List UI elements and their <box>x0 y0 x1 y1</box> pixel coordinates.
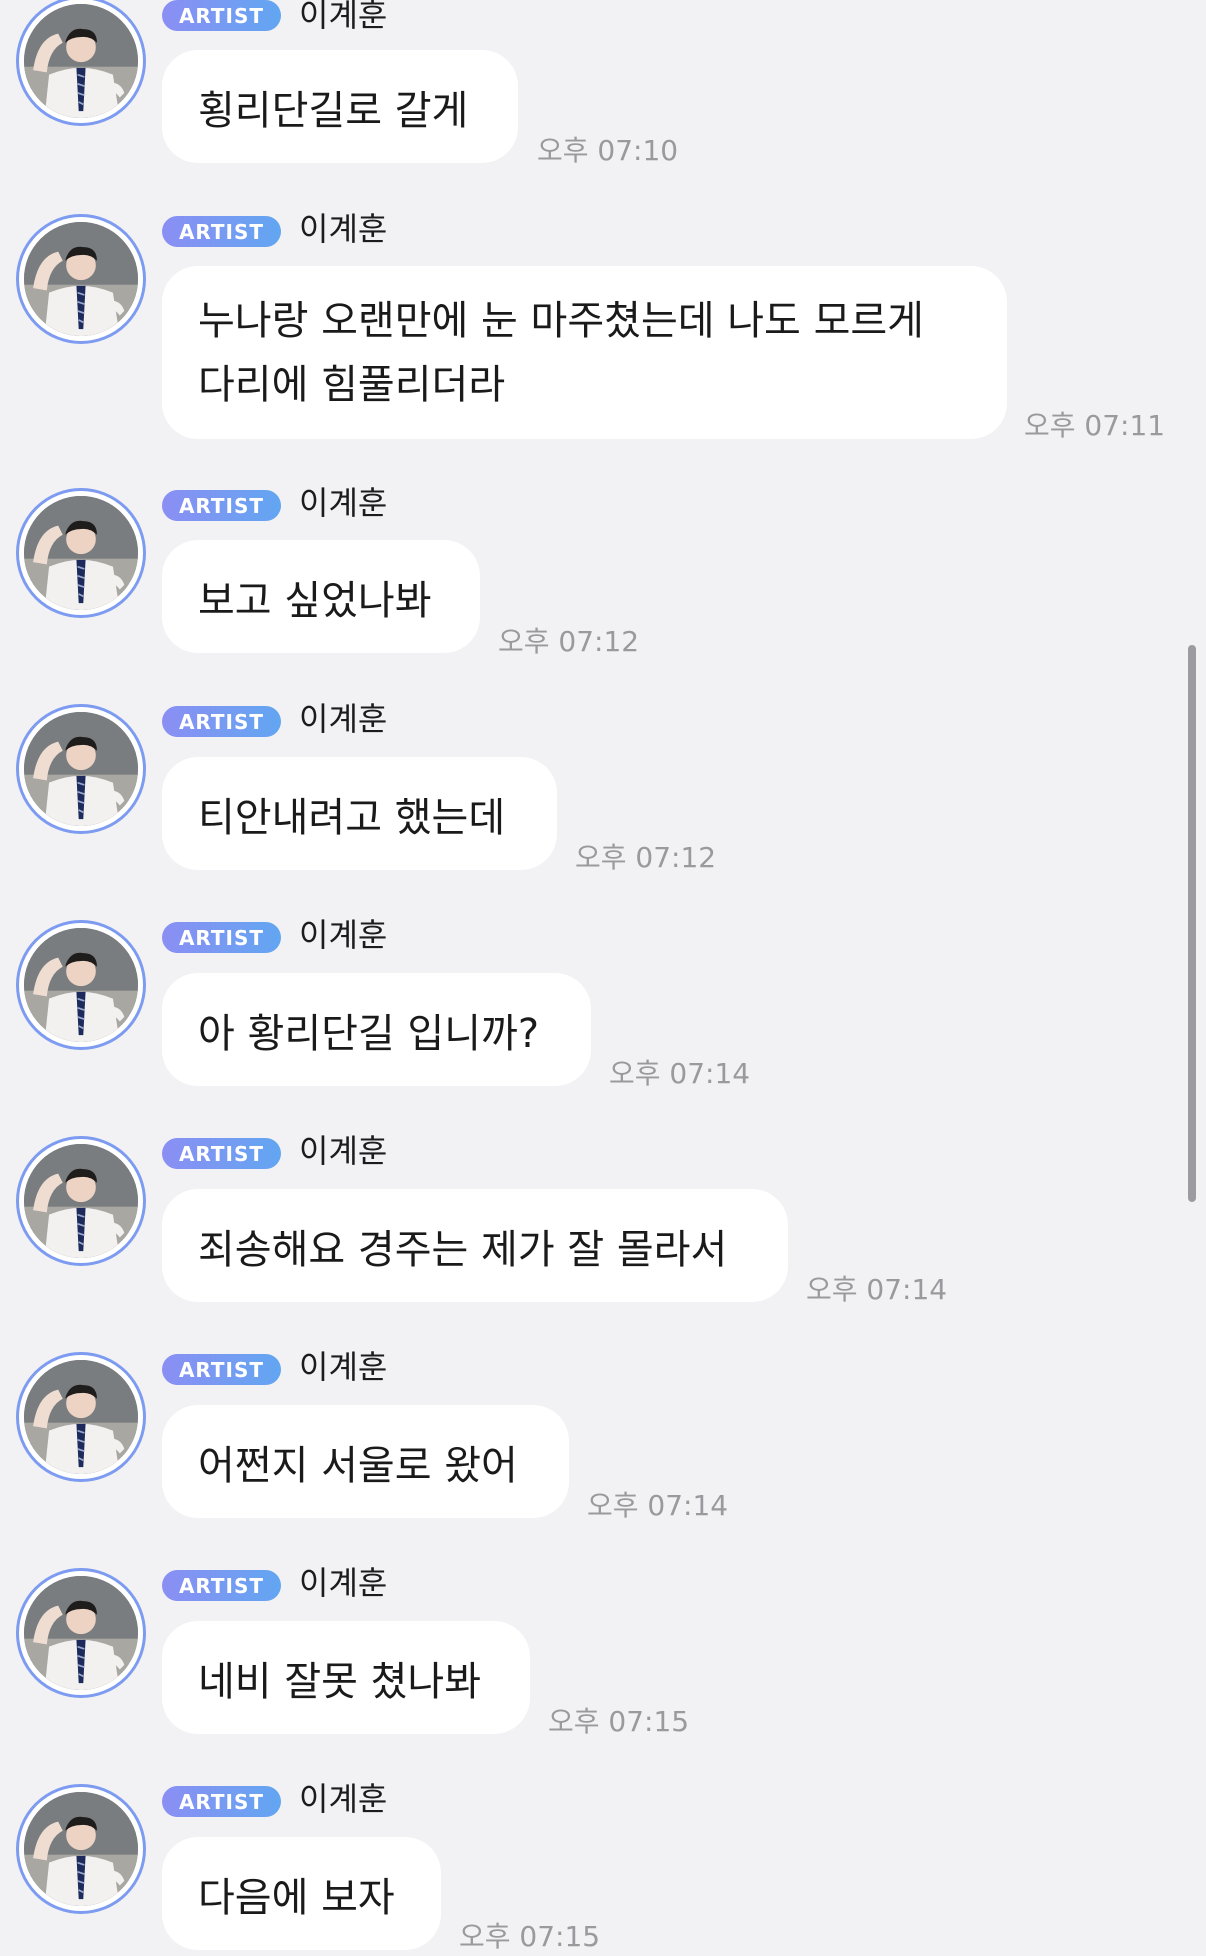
artist-badge: ARTIST <box>162 216 281 247</box>
message-time: 오후 07:15 <box>459 1920 601 1953</box>
artist-badge: ARTIST <box>162 922 281 953</box>
artist-badge: ARTIST <box>162 1786 281 1817</box>
message-time: 오후 07:14 <box>806 1273 948 1306</box>
profile-photo <box>24 4 138 118</box>
artist-avatar[interactable] <box>16 1352 146 1482</box>
profile-photo <box>24 1792 138 1906</box>
message-time: 오후 07:14 <box>609 1057 751 1090</box>
sender-name: 이계훈 <box>299 484 388 522</box>
message-time: 오후 07:10 <box>537 134 679 167</box>
artist-badge: ARTIST <box>162 0 281 31</box>
message-bubble[interactable]: 아 황리단길 입니까? <box>162 973 591 1086</box>
chat-message-list[interactable]: ARTIST 이계훈 횡리단길로 갈게 오후 07:10 ARTIST 이계훈 … <box>0 0 1206 1956</box>
artist-avatar[interactable] <box>16 704 146 834</box>
sender-name: 이계훈 <box>299 1132 388 1170</box>
sender-name: 이계훈 <box>299 916 388 954</box>
artist-avatar[interactable] <box>16 488 146 618</box>
artist-avatar[interactable] <box>16 214 146 344</box>
artist-avatar[interactable] <box>16 1784 146 1914</box>
sender-name: 이계훈 <box>299 700 388 738</box>
vertical-scrollbar[interactable] <box>1188 645 1196 1202</box>
artist-avatar[interactable] <box>16 920 146 1050</box>
message-time: 오후 07:14 <box>587 1489 729 1522</box>
message-bubble[interactable]: 어쩐지 서울로 왔어 <box>162 1405 569 1518</box>
message-bubble[interactable]: 보고 싶었나봐 <box>162 540 480 653</box>
sender-name: 이계훈 <box>299 0 388 34</box>
artist-badge: ARTIST <box>162 1354 281 1385</box>
profile-photo <box>24 1144 138 1258</box>
artist-avatar[interactable] <box>16 1136 146 1266</box>
message-time: 오후 07:11 <box>1024 409 1166 442</box>
message-time: 오후 07:15 <box>548 1705 690 1738</box>
artist-badge: ARTIST <box>162 490 281 521</box>
artist-avatar[interactable] <box>16 0 146 126</box>
artist-badge: ARTIST <box>162 706 281 737</box>
profile-photo <box>24 712 138 826</box>
sender-name: 이계훈 <box>299 1564 388 1602</box>
artist-avatar[interactable] <box>16 1568 146 1698</box>
message-bubble[interactable]: 다음에 보자 <box>162 1837 441 1950</box>
sender-name: 이계훈 <box>299 210 388 248</box>
message-bubble[interactable]: 네비 잘못 쳤나봐 <box>162 1621 530 1734</box>
profile-photo <box>24 928 138 1042</box>
sender-name: 이계훈 <box>299 1780 388 1818</box>
message-bubble[interactable]: 죄송해요 경주는 제가 잘 몰라서 <box>162 1189 788 1302</box>
message-time: 오후 07:12 <box>575 841 717 874</box>
message-time: 오후 07:12 <box>498 625 640 658</box>
artist-badge: ARTIST <box>162 1570 281 1601</box>
profile-photo <box>24 1576 138 1690</box>
message-bubble[interactable]: 티안내려고 했는데 <box>162 757 557 870</box>
sender-name: 이계훈 <box>299 1348 388 1386</box>
profile-photo <box>24 222 138 336</box>
message-bubble[interactable]: 횡리단길로 갈게 <box>162 50 518 163</box>
profile-photo <box>24 1360 138 1474</box>
profile-photo <box>24 496 138 610</box>
message-bubble[interactable]: 누나랑 오랜만에 눈 마주쳤는데 나도 모르게 다리에 힘풀리더라 <box>162 266 1007 439</box>
artist-badge: ARTIST <box>162 1138 281 1169</box>
